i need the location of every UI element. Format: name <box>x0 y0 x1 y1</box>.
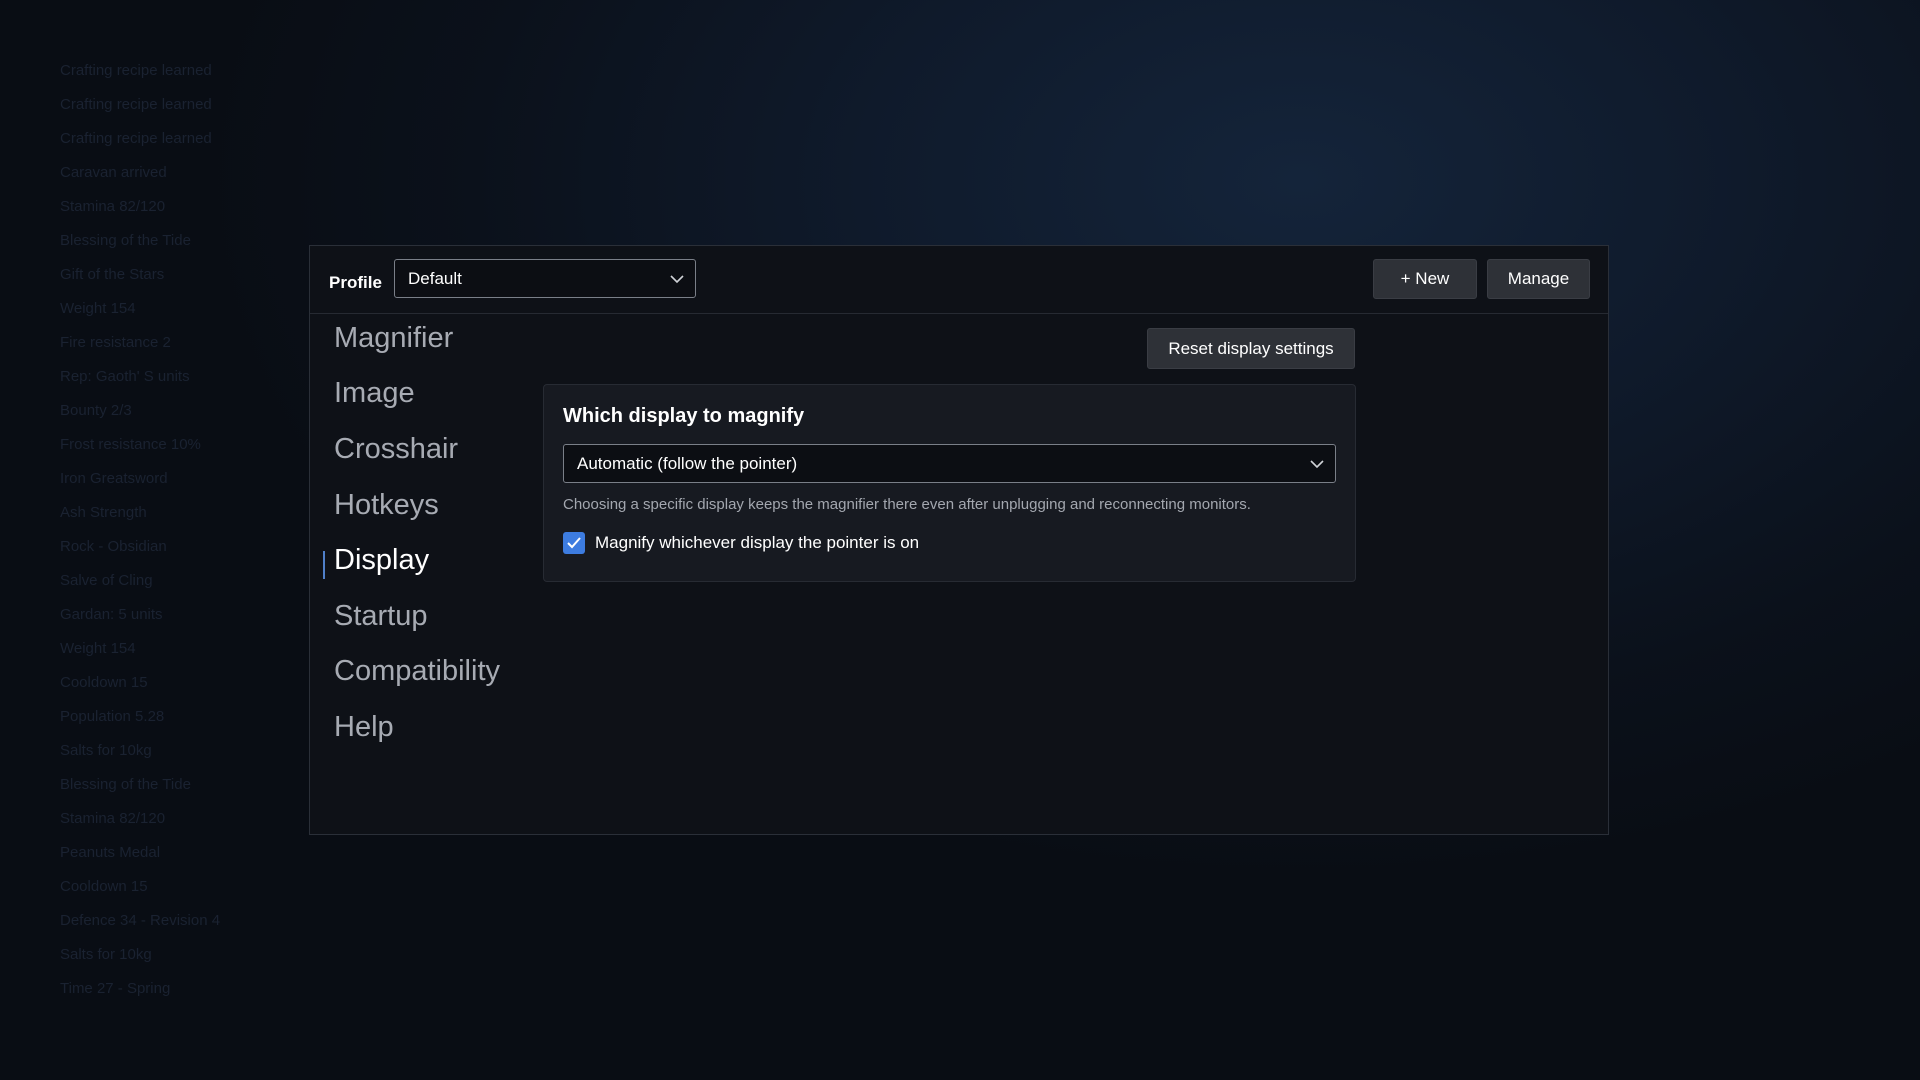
background-log: Crafting recipe learned Crafting recipe … <box>60 58 220 1010</box>
background-log-line: Stamina 82/120 <box>60 810 166 827</box>
background-log-line: Time 27 - Spring <box>60 980 171 997</box>
background-log-line: Caravan arrived <box>60 164 167 181</box>
new-profile-button[interactable]: + New <box>1373 259 1477 299</box>
follow-pointer-label[interactable]: Magnify whichever display the pointer is… <box>595 533 919 553</box>
background-log-line: Salts for 10kg <box>60 946 152 963</box>
sidebar-item-compatibility[interactable]: Compatibility <box>334 655 500 688</box>
background-log-line: Weight 154 <box>60 300 136 317</box>
settings-window: Profile Default + New Manage Magnifier I… <box>309 245 1609 835</box>
chevron-down-icon <box>1310 459 1324 468</box>
background-log-line: Rock - Obsidian <box>60 538 167 555</box>
sidebar-item-crosshair[interactable]: Crosshair <box>334 433 458 466</box>
background-log-line: Gardan: 5 units <box>60 606 163 623</box>
background-log-line: Population 5.28 <box>60 708 165 725</box>
sidebar-item-hotkeys[interactable]: Hotkeys <box>334 489 439 522</box>
background-log-line: Ash Strength <box>60 504 147 521</box>
manage-profiles-button[interactable]: Manage <box>1487 259 1590 299</box>
chevron-down-icon <box>670 274 684 283</box>
checkmark-icon <box>567 537 581 549</box>
background-log-line: Fire resistance 2 <box>60 334 171 351</box>
background-log-line: Crafting recipe learned <box>60 96 212 113</box>
background-log-line: Salve of Cling <box>60 572 153 589</box>
display-help-text: Choosing a specific display keeps the ma… <box>563 496 1251 513</box>
background-log-line: Crafting recipe learned <box>60 62 212 79</box>
display-select[interactable]: Automatic (follow the pointer) <box>563 444 1336 483</box>
background-log-line: Peanuts Medal <box>60 844 161 861</box>
profile-bar: Profile Default + New Manage <box>310 246 1608 314</box>
display-select-value: Automatic (follow the pointer) <box>577 453 798 473</box>
sidebar-item-magnifier[interactable]: Magnifier <box>334 322 453 355</box>
background-log-line: Cooldown 15 <box>60 878 148 895</box>
profile-label: Profile <box>329 273 382 292</box>
background-log-line: Blessing of the Tide <box>60 776 191 793</box>
background-log-line: Iron Greatsword <box>60 470 168 487</box>
background-log-line: Defence 34 - Revision 4 <box>60 912 221 929</box>
background-log-line: Gift of the Stars <box>60 266 165 283</box>
reset-display-settings-button[interactable]: Reset display settings <box>1147 328 1355 369</box>
background-log-line: Crafting recipe learned <box>60 130 212 147</box>
background-log-line: Bounty 2/3 <box>60 402 132 419</box>
background-log-line: Stamina 82/120 <box>60 198 166 215</box>
card-title: Which display to magnify <box>563 405 805 427</box>
follow-pointer-checkbox[interactable] <box>563 532 585 554</box>
sidebar-item-help[interactable]: Help <box>334 711 394 744</box>
profile-select[interactable]: Default <box>394 259 696 298</box>
sidebar-item-display[interactable]: Display <box>334 544 429 577</box>
background-log-line: Salts for 10kg <box>60 742 152 759</box>
background-log-line: Blessing of the Tide <box>60 232 191 249</box>
sidebar-item-image[interactable]: Image <box>334 377 415 410</box>
background-log-line: Rep: Gaoth' S units <box>60 368 190 385</box>
background-log-line: Cooldown 15 <box>60 674 148 691</box>
display-settings-card: Which display to magnify Automatic (foll… <box>543 384 1356 582</box>
sidebar-item-startup[interactable]: Startup <box>334 600 428 633</box>
active-nav-indicator <box>323 551 325 579</box>
background-log-line: Frost resistance 10% <box>60 436 201 453</box>
background-log-line: Weight 154 <box>60 640 136 657</box>
profile-select-value: Default <box>408 268 462 288</box>
